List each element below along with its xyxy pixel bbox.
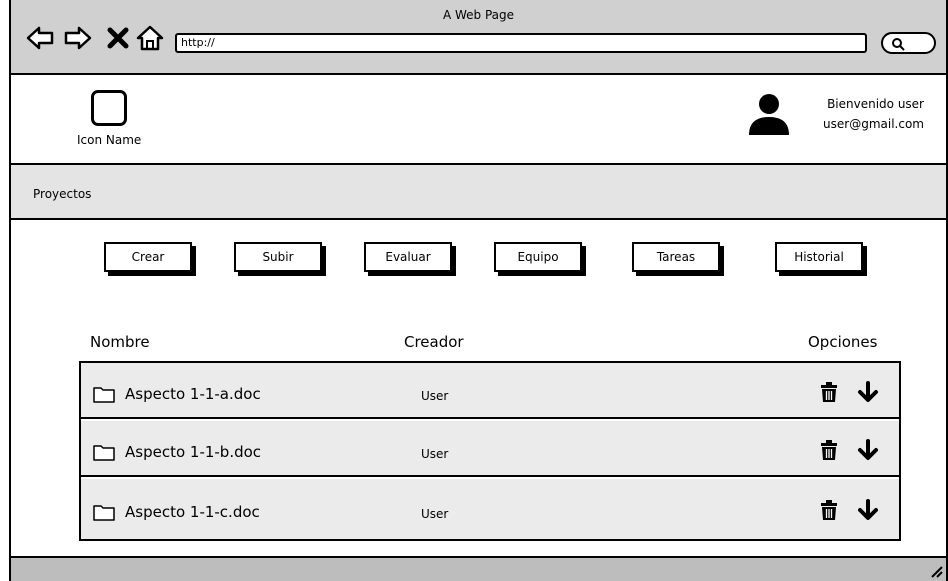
folder-icon	[93, 505, 115, 521]
equipo-button[interactable]: Equipo	[494, 242, 582, 272]
logo-icon[interactable]	[91, 90, 127, 126]
download-arrow-icon[interactable]	[857, 439, 879, 461]
user-avatar-icon[interactable]	[747, 93, 791, 135]
table-row[interactable]: Aspecto 1-1-b.doc User	[81, 421, 899, 477]
file-name[interactable]: Aspecto 1-1-c.doc	[125, 503, 260, 521]
table-row[interactable]: Aspecto 1-1-a.doc User	[81, 363, 899, 419]
file-creator: User	[421, 389, 449, 403]
column-header-name: Nombre	[90, 333, 150, 351]
browser-window: A Web Page http:// Icon Name Bienvenido …	[9, 0, 948, 581]
status-bar	[11, 556, 946, 581]
folder-icon	[93, 387, 115, 403]
file-creator: User	[421, 507, 449, 521]
search-button[interactable]	[881, 32, 936, 54]
download-arrow-icon[interactable]	[857, 381, 879, 403]
user-greeting: Bienvenido user	[827, 97, 924, 111]
trash-icon[interactable]	[819, 381, 839, 403]
download-arrow-icon[interactable]	[857, 499, 879, 521]
files-table: Aspecto 1-1-a.doc User Aspecto 1-1-b.doc…	[79, 361, 901, 541]
logo-label: Icon Name	[77, 133, 142, 147]
file-creator: User	[421, 447, 449, 461]
search-icon	[892, 38, 905, 51]
folder-icon	[93, 445, 115, 461]
resize-grip-icon[interactable]	[928, 563, 944, 579]
user-email: user@gmail.com	[823, 117, 924, 131]
address-bar[interactable]: http://	[175, 33, 867, 53]
subir-button[interactable]: Subir	[234, 242, 322, 272]
trash-icon[interactable]	[819, 439, 839, 461]
app-header: Icon Name Bienvenido user user@gmail.com	[11, 75, 946, 165]
tareas-button[interactable]: Tareas	[632, 242, 720, 272]
back-arrow-icon[interactable]	[25, 24, 55, 52]
column-header-creator: Creador	[404, 333, 464, 351]
historial-button[interactable]: Historial	[775, 242, 863, 272]
file-name[interactable]: Aspecto 1-1-a.doc	[125, 385, 261, 403]
section-bar: Proyectos	[11, 165, 946, 220]
file-name[interactable]: Aspecto 1-1-b.doc	[125, 443, 261, 461]
table-row[interactable]: Aspecto 1-1-c.doc User	[81, 479, 899, 539]
home-icon[interactable]	[135, 24, 165, 52]
window-title: A Web Page	[442, 8, 515, 22]
column-header-options: Opciones	[808, 333, 878, 351]
crear-button[interactable]: Crear	[104, 242, 192, 272]
evaluar-button[interactable]: Evaluar	[364, 242, 452, 272]
breadcrumb[interactable]: Proyectos	[33, 187, 91, 201]
close-x-icon[interactable]	[107, 24, 129, 52]
forward-arrow-icon[interactable]	[63, 24, 93, 52]
browser-chrome: A Web Page http://	[11, 0, 946, 75]
trash-icon[interactable]	[819, 499, 839, 521]
